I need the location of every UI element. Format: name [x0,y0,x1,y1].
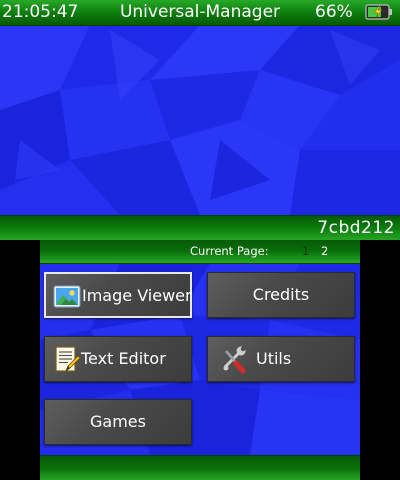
page-1-indicator[interactable]: 1 [302,244,309,258]
battery-percentage: 66% [315,2,353,22]
text-editor-label: Text Editor [81,349,166,368]
tools-icon [223,346,246,374]
pagination-header: Current Page: 1 2 [40,240,360,264]
bottom-screen: Current Page: 1 2 Image Viewer Credits T… [40,240,360,480]
status-bar: 21:05:47 Universal-Manager 66% [0,0,400,26]
image-icon [53,285,81,308]
wallpaper-polygon-background [0,0,400,240]
bottom-footer-bar [40,455,360,480]
games-button[interactable]: Games [44,399,192,445]
current-page-label: Current Page: [190,244,269,258]
credits-button[interactable]: Credits [207,272,355,318]
text-editor-button[interactable]: Text Editor [44,336,192,382]
image-viewer-label: Image Viewer [82,286,192,305]
battery-charging-icon [365,4,392,20]
credits-label: Credits [252,285,310,304]
commit-hash: 7cbd212 [317,218,395,238]
utils-button[interactable]: Utils [207,336,355,382]
top-screen: 21:05:47 Universal-Manager 66% 7cbd212 [0,0,400,240]
page-2-indicator[interactable]: 2 [321,244,328,258]
image-viewer-button[interactable]: Image Viewer [44,272,192,318]
utils-label: Utils [256,349,292,368]
top-footer-bar: 7cbd212 [0,215,400,240]
games-label: Games [90,412,146,431]
text-document-icon [55,346,81,373]
